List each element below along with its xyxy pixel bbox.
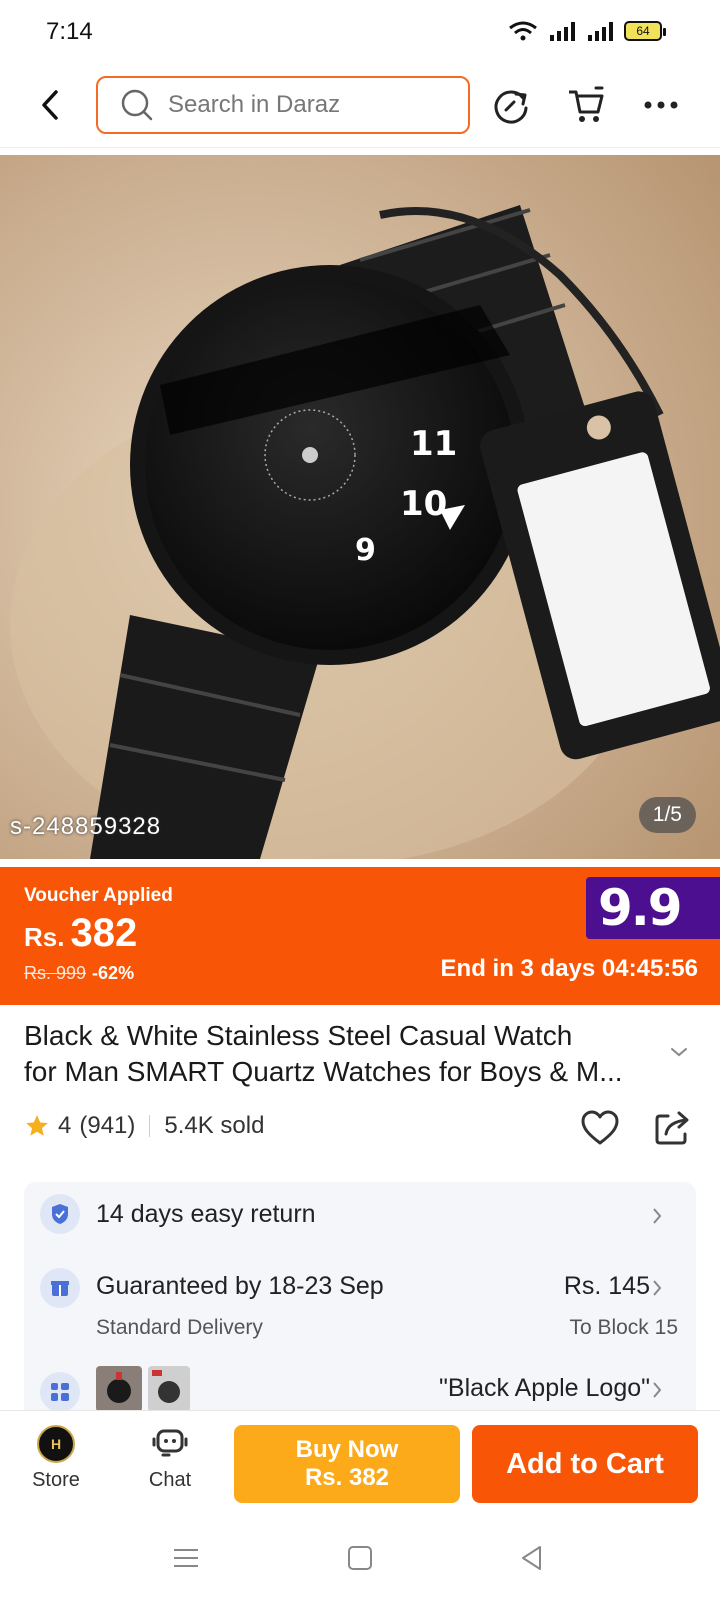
store-button[interactable]: H Store	[16, 1425, 96, 1492]
return-policy-text: 14 days easy return	[96, 1200, 316, 1228]
price-banner: Voucher Applied Rs. 382 Rs. 999 -62% 9.9 E…	[0, 867, 720, 1005]
system-nav-bar	[0, 1516, 720, 1600]
share-icon[interactable]	[652, 1108, 692, 1148]
rating-value: 4	[58, 1112, 72, 1139]
svg-text:10: 10	[400, 484, 447, 524]
buy-now-button[interactable]: Buy Now Rs. 382	[234, 1425, 460, 1503]
delivery-type: Standard Delivery	[96, 1316, 263, 1339]
home-icon[interactable]	[344, 1542, 376, 1574]
bottom-action-bar: H Store Chat Buy Now Rs. 382 Add to Cart	[0, 1410, 720, 1516]
services-card: 14 days easy return Guaranteed by 18-23 …	[24, 1182, 696, 1422]
original-price-row: Rs. 999 -62%	[24, 963, 134, 984]
shield-check-icon	[40, 1194, 80, 1234]
back-nav-icon[interactable]	[516, 1542, 548, 1574]
product-title-line1: Black & White Stainless Steel Casual Wat…	[24, 1020, 573, 1051]
product-image: 11 10 9	[0, 155, 720, 859]
signal-icon-2	[588, 22, 613, 41]
add-to-cart-button[interactable]: Add to Cart	[472, 1425, 698, 1503]
chevron-right-icon	[653, 1280, 662, 1296]
currency: Rs.	[24, 922, 65, 952]
buy-now-label: Buy Now	[295, 1436, 399, 1463]
chevron-right-icon	[653, 1208, 662, 1224]
countdown-timer: End in 3 days 04:45:56	[440, 955, 698, 982]
status-bar: 7:14 64	[0, 0, 720, 62]
rating-row[interactable]: 4 (941) 5.4K sold	[24, 1112, 264, 1140]
variant-thumbnail[interactable]	[148, 1366, 190, 1412]
chat-button[interactable]: Chat	[130, 1425, 210, 1492]
cart-icon[interactable]	[566, 84, 608, 126]
more-icon[interactable]	[640, 84, 682, 126]
store-logo-icon: H	[37, 1425, 75, 1463]
product-image-gallery[interactable]: 11 10 9 1/5 s-248859328	[0, 155, 720, 859]
signal-icon	[550, 22, 575, 41]
chat-label: Chat	[148, 1469, 192, 1491]
variant-name: "Black Apple Logo"	[439, 1374, 650, 1402]
grid-icon	[40, 1372, 80, 1412]
svg-text:11: 11	[410, 424, 457, 464]
battery-level: 64	[636, 24, 650, 38]
expand-title-chevron-icon[interactable]	[668, 1044, 690, 1060]
star-icon	[26, 1115, 48, 1136]
svg-text:9: 9	[355, 533, 376, 568]
product-title[interactable]: Black & White Stainless Steel Casual Wat…	[24, 1018, 674, 1090]
heart-icon[interactable]	[580, 1108, 620, 1148]
chevron-right-icon	[653, 1382, 662, 1398]
wifi-icon	[509, 21, 537, 41]
sku-watermark: s-248859328	[10, 813, 162, 840]
buy-now-price: Rs. 382	[304, 1464, 390, 1491]
status-time: 7:14	[46, 18, 93, 45]
search-icon	[121, 89, 153, 121]
status-icons: 64	[508, 20, 666, 42]
search-input[interactable]: Search in Daraz	[96, 76, 470, 134]
chat-icon	[152, 1429, 188, 1457]
gallery-counter: 1/5	[638, 797, 696, 833]
top-header: Search in Daraz	[0, 62, 720, 148]
store-label: Store	[32, 1469, 80, 1491]
discount-percent: -62%	[92, 963, 135, 983]
variant-thumbnail[interactable]	[96, 1366, 142, 1412]
delivery-box-icon	[40, 1268, 80, 1308]
current-price: Rs. 382	[24, 911, 137, 956]
menu-icon[interactable]	[170, 1542, 202, 1574]
delivery-location: To Block 15	[569, 1316, 678, 1339]
delivery-title: Guaranteed by 18-23 Sep	[96, 1272, 384, 1300]
battery-icon: 64	[624, 21, 666, 41]
voucher-label: Voucher Applied	[24, 885, 173, 906]
delivery-fee: Rs. 145	[563, 1272, 650, 1300]
original-price: Rs. 999	[24, 963, 87, 983]
sold-count: 5.4K sold	[164, 1112, 265, 1139]
price-amount: 382	[70, 911, 138, 955]
campaign-badge: 9.9	[586, 877, 720, 939]
review-count: (941)	[79, 1112, 136, 1139]
refresh-icon[interactable]	[490, 84, 532, 126]
product-title-line2: for Man SMART Quartz Watches for Boys & …	[24, 1056, 623, 1087]
back-icon[interactable]	[36, 88, 66, 122]
rating-divider	[149, 1115, 151, 1137]
search-placeholder: Search in Daraz	[168, 91, 341, 118]
